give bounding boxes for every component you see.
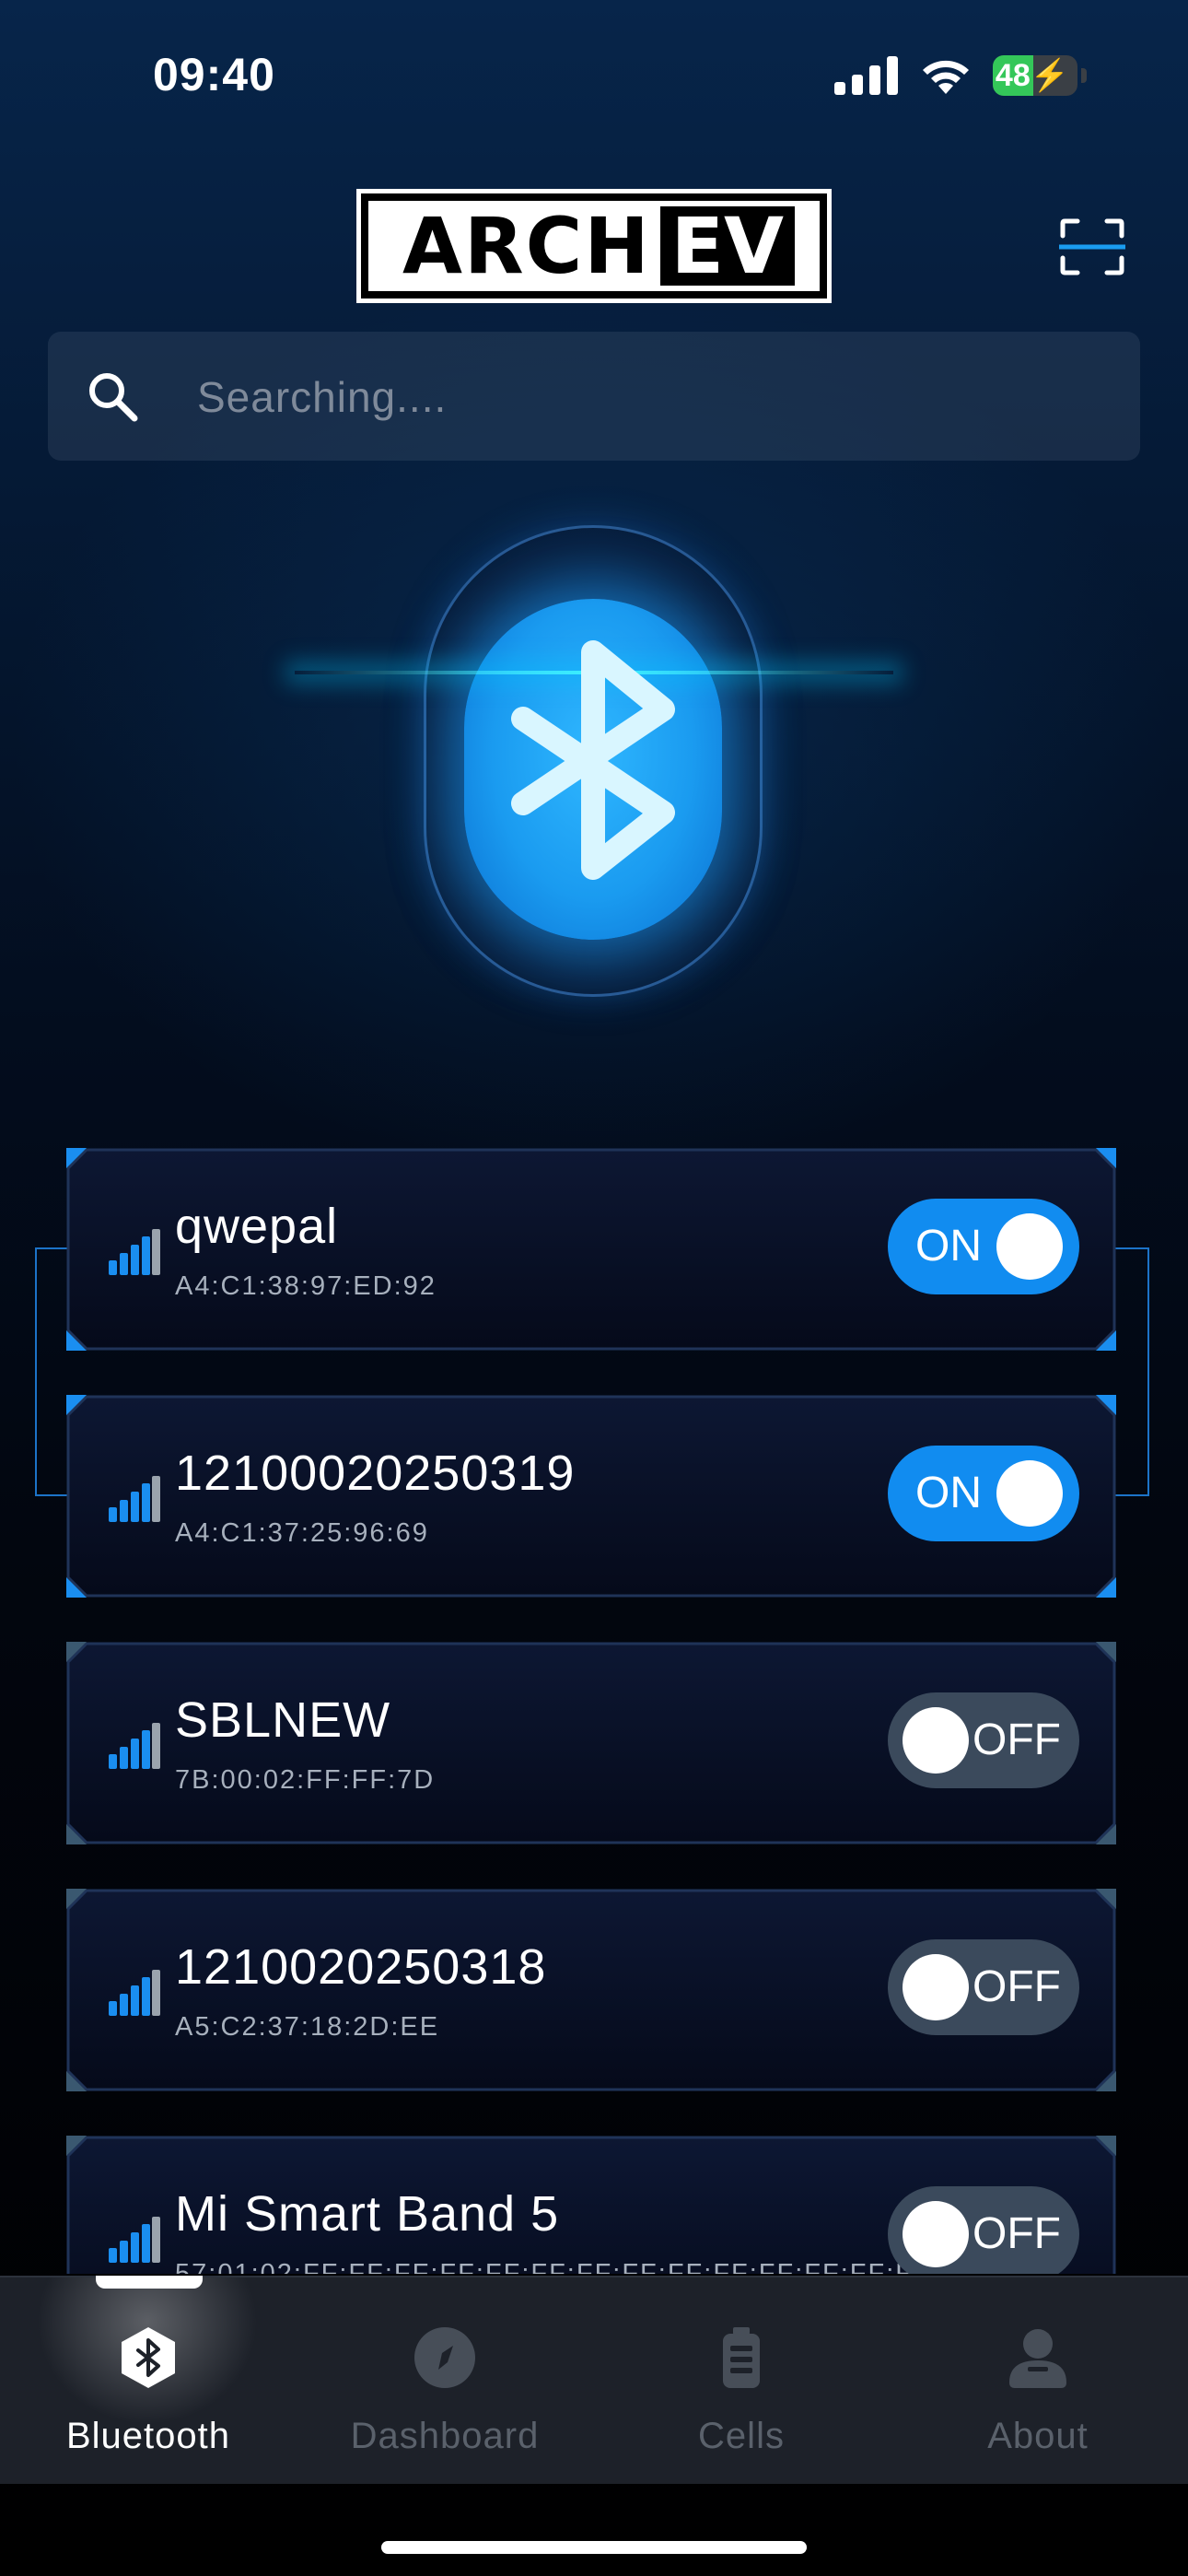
- toggle-label: OFF: [973, 2209, 1061, 2258]
- qr-scan-icon[interactable]: [1059, 217, 1125, 276]
- search-icon: [89, 373, 138, 422]
- tab-label: About: [987, 2416, 1089, 2456]
- signal-strength-icon: [109, 2217, 160, 2263]
- toggle-knob: [996, 1460, 1063, 1527]
- connect-toggle[interactable]: OFF: [888, 1692, 1079, 1788]
- compass-icon: [414, 2327, 475, 2388]
- bluetooth-icon: [511, 640, 675, 880]
- battery-nub: [1081, 68, 1087, 83]
- home-indicator: [381, 2541, 807, 2554]
- device-card[interactable]: Mi Smart Band 5 57:01:02:FF:FF:FF:FF:FF:F…: [66, 2136, 1116, 2274]
- signal-strength-icon: [109, 1970, 160, 2016]
- tab-about[interactable]: About: [890, 2277, 1186, 2484]
- connect-toggle[interactable]: ON: [888, 1446, 1079, 1541]
- device-mac-address: A4:C1:38:97:ED:92: [175, 1271, 437, 1301]
- signal-strength-icon: [109, 1723, 160, 1769]
- toggle-label: OFF: [973, 1715, 1061, 1764]
- connect-toggle[interactable]: OFF: [888, 2186, 1079, 2274]
- device-mac-address: A5:C2:37:18:2D:EE: [175, 2012, 440, 2042]
- device-mac-address: 7B:00:02:FF:FF:7D: [175, 1765, 436, 1795]
- tab-label: Dashboard: [350, 2416, 540, 2456]
- connect-toggle[interactable]: OFF: [888, 1939, 1079, 2035]
- tab-active-indicator: [96, 2276, 203, 2289]
- device-name: Mi Smart Band 5: [175, 2186, 560, 2242]
- status-icons: 48⚡: [834, 55, 1087, 96]
- tab-bluetooth[interactable]: Bluetooth: [0, 2276, 297, 2484]
- toggle-label: ON: [915, 1469, 982, 1517]
- device-mac-address: A4:C1:37:25:96:69: [175, 1518, 429, 1548]
- person-icon: [1009, 2329, 1066, 2388]
- device-name: SBLNEW: [175, 1692, 391, 1748]
- device-card[interactable]: qwepal A4:C1:38:97:ED:92 ON: [66, 1148, 1116, 1351]
- wifi-icon: [923, 60, 969, 94]
- toggle-knob: [903, 1707, 969, 1774]
- charging-bolt-icon: ⚡: [1030, 58, 1070, 93]
- signal-strength-icon: [109, 1229, 160, 1275]
- bluetooth-icon: [122, 2327, 175, 2388]
- signal-strength-icon: [109, 1476, 160, 1522]
- battery-percent: 48: [995, 58, 1031, 93]
- battery-cell-icon: [723, 2327, 760, 2388]
- tab-dashboard[interactable]: Dashboard: [297, 2277, 593, 2484]
- device-name: qwepal: [175, 1199, 339, 1254]
- device-name: 1210020250318: [175, 1939, 547, 1995]
- connect-toggle[interactable]: ON: [888, 1199, 1079, 1294]
- device-card[interactable]: 12100020250319 A4:C1:37:25:96:69 ON: [66, 1395, 1116, 1598]
- tab-bar: Bluetooth Dashboard Cells About: [0, 2276, 1188, 2484]
- tab-label: Cells: [698, 2416, 785, 2456]
- toggle-knob: [903, 2201, 969, 2267]
- logo-frame: [356, 189, 832, 303]
- device-name: 12100020250319: [175, 1446, 576, 1501]
- device-card[interactable]: SBLNEW 7B:00:02:FF:FF:7D OFF: [66, 1642, 1116, 1844]
- search-input[interactable]: [195, 359, 1101, 435]
- cellular-signal-icon: [834, 56, 898, 95]
- toggle-label: OFF: [973, 1962, 1061, 2011]
- battery-indicator: 48⚡: [993, 55, 1077, 96]
- toggle-label: ON: [915, 1222, 982, 1270]
- tab-label: Bluetooth: [65, 2416, 231, 2456]
- device-card[interactable]: 1210020250318 A5:C2:37:18:2D:EE OFF: [66, 1889, 1116, 2091]
- toggle-knob: [996, 1213, 1063, 1280]
- device-list: qwepal A4:C1:38:97:ED:92 ON 12100020250319 A…: [0, 1142, 1188, 2274]
- toggle-knob: [903, 1954, 969, 2020]
- search-bar[interactable]: [48, 332, 1140, 461]
- device-mac-address: 57:01:02:FF:FF:FF:FF:FF:FF:FF:FF:FF:FF:F…: [175, 2259, 930, 2274]
- tab-cells[interactable]: Cells: [593, 2277, 890, 2484]
- status-time: 09:40: [153, 49, 275, 100]
